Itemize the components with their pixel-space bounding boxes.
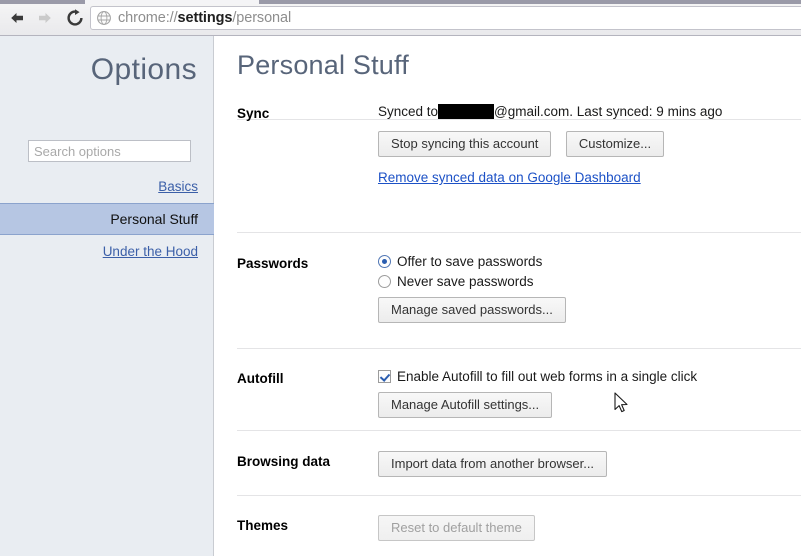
address-bar-text: chrome://settings/personal bbox=[118, 10, 291, 26]
autofill-button-row: Manage Autofill settings... bbox=[378, 392, 697, 418]
reload-icon bbox=[67, 9, 83, 26]
search-input[interactable] bbox=[28, 140, 191, 162]
reset-default-theme-button: Reset to default theme bbox=[378, 515, 535, 541]
passwords-body: Offer to save passwords Never save passw… bbox=[378, 254, 566, 323]
customize-sync-button[interactable]: Customize... bbox=[565, 131, 665, 157]
sidebar-item-label: Basics bbox=[158, 179, 198, 194]
back-arrow-icon bbox=[11, 13, 23, 23]
sidebar-item-personal-stuff[interactable]: Personal Stuff bbox=[0, 203, 214, 235]
import-data-button[interactable]: Import data from another browser... bbox=[378, 451, 608, 477]
autofill-body: Enable Autofill to fill out web forms in… bbox=[378, 369, 697, 418]
sync-status-prefix: Synced to bbox=[378, 104, 439, 119]
sidebar-item-under-the-hood[interactable]: Under the Hood bbox=[0, 236, 214, 268]
active-tab-sliver[interactable] bbox=[85, 0, 259, 4]
sidebar-item-basics[interactable]: Basics bbox=[0, 171, 214, 203]
autofill-enable-row[interactable]: Enable Autofill to fill out web forms in… bbox=[378, 369, 697, 384]
sync-body: Synced to @gmail.com. Last synced: 9 mins… bbox=[378, 104, 722, 187]
sidebar-item-label: Personal Stuff bbox=[110, 211, 198, 227]
browsing-data-body: Import data from another browser... bbox=[378, 451, 608, 477]
radio-never-label: Never save passwords bbox=[397, 274, 534, 289]
radio-offer-to-save[interactable] bbox=[378, 255, 391, 268]
section-label-themes: Themes bbox=[237, 518, 289, 533]
section-label-autofill: Autofill bbox=[237, 371, 284, 386]
divider-passwords-autofill bbox=[237, 348, 801, 349]
redacted-email-block bbox=[438, 104, 495, 119]
section-label-passwords: Passwords bbox=[237, 256, 309, 271]
sync-status-text: Synced to @gmail.com. Last synced: 9 mins… bbox=[378, 104, 722, 119]
options-sidebar: Options Basics Personal Stuff Under the … bbox=[0, 36, 214, 556]
tab-strip-edge bbox=[0, 0, 801, 4]
radio-never-save[interactable] bbox=[378, 275, 391, 288]
themes-body: Reset to default theme Get themes bbox=[378, 515, 535, 556]
back-button[interactable] bbox=[4, 6, 30, 30]
manage-autofill-settings-button[interactable]: Manage Autofill settings... bbox=[378, 392, 553, 418]
page-title: Personal Stuff bbox=[237, 50, 409, 80]
remove-synced-data-link[interactable]: Remove synced data on Google Dashboard bbox=[378, 170, 641, 185]
manage-saved-passwords-button[interactable]: Manage saved passwords... bbox=[378, 297, 566, 323]
forward-button bbox=[32, 6, 58, 30]
reload-button[interactable] bbox=[62, 6, 88, 30]
checkbox-enable-autofill[interactable] bbox=[378, 370, 391, 383]
sync-link-row: Remove synced data on Google Dashboard bbox=[378, 169, 722, 187]
radio-offer-label: Offer to save passwords bbox=[397, 254, 543, 269]
sync-button-row: Stop syncing this account Customize... bbox=[378, 131, 722, 157]
divider-sync-passwords bbox=[237, 232, 801, 233]
globe-icon bbox=[97, 11, 111, 25]
section-label-sync: Sync bbox=[237, 106, 270, 121]
sidebar-item-label: Under the Hood bbox=[102, 244, 198, 259]
checkbox-enable-autofill-label: Enable Autofill to fill out web forms in… bbox=[397, 369, 698, 384]
browser-toolbar: chrome://settings/personal bbox=[0, 0, 801, 36]
section-label-browsing-data: Browsing data bbox=[237, 454, 331, 469]
stop-syncing-button[interactable]: Stop syncing this account bbox=[378, 131, 552, 157]
password-option-offer[interactable]: Offer to save passwords bbox=[378, 254, 566, 269]
settings-content: Personal Stuff Sync Synced to @gmail.com.… bbox=[215, 36, 801, 556]
forward-arrow-icon bbox=[39, 13, 51, 23]
passwords-button-row: Manage saved passwords... bbox=[378, 297, 566, 323]
sidebar-title: Options bbox=[90, 53, 197, 86]
address-bar[interactable]: chrome://settings/personal bbox=[90, 6, 801, 30]
divider-browsing-themes bbox=[237, 495, 801, 496]
password-option-never[interactable]: Never save passwords bbox=[378, 274, 566, 289]
divider-autofill-browsing bbox=[237, 430, 801, 431]
url-path: /personal bbox=[232, 10, 292, 26]
url-scheme: chrome:// bbox=[118, 10, 178, 26]
sync-status-suffix: @gmail.com. Last synced: 9 mins ago bbox=[494, 104, 723, 119]
url-host: settings bbox=[177, 10, 233, 26]
